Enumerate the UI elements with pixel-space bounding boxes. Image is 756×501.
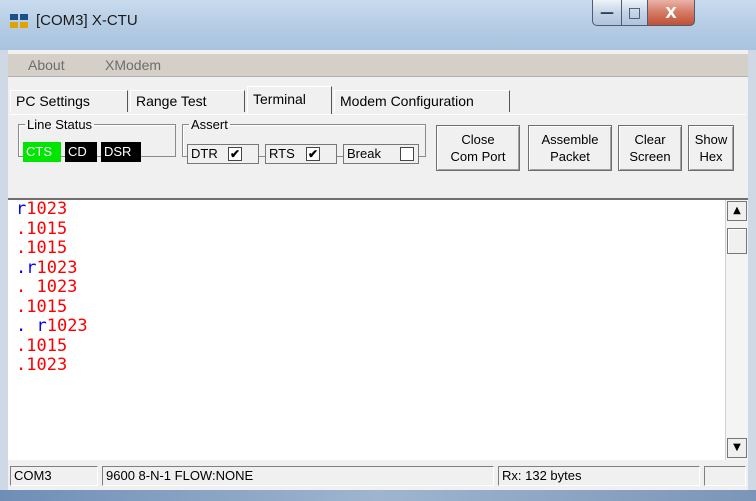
rts-checkbox[interactable]: RTS ✔ <box>265 144 337 164</box>
maximize-button[interactable]: □ <box>621 0 648 26</box>
scroll-up-icon: ▲ <box>733 205 741 216</box>
terminal-line: .1023 <box>16 355 88 376</box>
title-bar: [COM3] X-CTU — □ X <box>0 0 756 50</box>
vertical-scrollbar[interactable]: ▲ ▼ <box>725 200 748 460</box>
terminal-toolbar: Line Status CTS CD DSR Assert DTR ✔ RTS … <box>10 114 746 199</box>
terminal-line: .1015 <box>16 218 88 240</box>
dtr-label: DTR <box>191 146 218 161</box>
break-label: Break <box>347 146 381 161</box>
menu-xmodem[interactable]: XModem <box>105 57 161 73</box>
close-com-port-line2: Com Port <box>450 149 506 164</box>
assert-group: Assert DTR ✔ RTS ✔ Break <box>182 117 426 164</box>
maximize-icon: □ <box>627 4 642 21</box>
rts-check-icon: ✔ <box>306 147 320 161</box>
terminal-window[interactable]: r1023.1015.1015 .r1023. 1023.1015. r1023.… <box>8 198 748 460</box>
scroll-down-button[interactable]: ▼ <box>727 438 747 458</box>
assert-legend: Assert <box>191 117 228 132</box>
menu-bar: About XModem <box>8 54 748 77</box>
show-hex-button[interactable]: Show Hex <box>688 125 734 171</box>
status-rx-count: Rx: 132 bytes <box>498 466 700 486</box>
clear-screen-line1: Clear <box>634 132 666 147</box>
window-title: [COM3] X-CTU <box>36 12 138 29</box>
terminal-segment: . r <box>16 316 47 336</box>
clear-screen-button[interactable]: Clear Screen <box>618 125 682 171</box>
clear-screen-line2: Screen <box>629 149 671 164</box>
taskbar-strip <box>0 490 756 501</box>
close-icon: X <box>665 3 677 22</box>
terminal-line: . 1023 <box>16 277 88 298</box>
minimize-button[interactable]: — <box>592 0 622 26</box>
app-icon <box>10 14 28 28</box>
terminal-line: .1015 <box>16 335 88 357</box>
cts-indicator: CTS <box>23 142 61 162</box>
tab-modem-configuration[interactable]: Modem Configuration <box>334 90 510 112</box>
show-hex-line2: Hex <box>699 149 723 164</box>
status-settings: 9600 8-N-1 FLOW:NONE <box>102 466 494 486</box>
tab-terminal[interactable]: Terminal <box>247 86 332 114</box>
close-com-port-line1: Close <box>461 132 495 147</box>
rts-label: RTS <box>269 146 295 161</box>
terminal-segment: 1023 <box>46 316 88 336</box>
tab-strip: PC Settings Range Test Terminal Modem Co… <box>8 86 748 114</box>
scroll-up-button[interactable]: ▲ <box>727 201 747 221</box>
terminal-line: . r1023 <box>16 316 88 337</box>
assemble-packet-line2: Packet <box>550 149 590 164</box>
close-com-port-button[interactable]: Close Com Port <box>436 125 520 171</box>
tab-pc-settings[interactable]: PC Settings <box>10 90 128 112</box>
line-status-group: Line Status CTS CD DSR <box>18 117 176 162</box>
terminal-segment: 1023 <box>36 257 78 278</box>
terminal-line: r1023 <box>16 199 88 220</box>
line-status-legend: Line Status <box>27 117 93 132</box>
status-bar: COM3 9600 8-N-1 FLOW:NONE Rx: 132 bytes <box>8 462 748 488</box>
tab-range-test[interactable]: Range Test <box>130 90 245 112</box>
terminal-line: .1015 <box>16 296 88 318</box>
terminal-output: r1023.1015.1015 .r1023. 1023.1015. r1023.… <box>16 199 88 376</box>
cd-indicator: CD <box>65 142 97 162</box>
status-port: COM3 <box>10 466 98 486</box>
minimize-icon: — <box>600 4 614 21</box>
dtr-checkbox[interactable]: DTR ✔ <box>187 144 259 164</box>
assemble-packet-line1: Assemble <box>541 132 599 147</box>
main-window: About XModem PC Settings Range Test Term… <box>8 50 748 490</box>
terminal-segment: .1023 <box>16 355 68 375</box>
terminal-line: .1015 <box>16 238 88 259</box>
scroll-thumb[interactable] <box>727 228 747 254</box>
scroll-down-icon: ▼ <box>733 442 741 453</box>
menu-about[interactable]: About <box>28 57 65 73</box>
terminal-segment: r <box>16 199 27 219</box>
terminal-segment: 1023 <box>26 199 68 219</box>
terminal-line: .r1023 <box>16 257 88 279</box>
terminal-segment: .1015 <box>16 296 68 317</box>
break-check-box <box>400 147 414 161</box>
terminal-segment: .1015 <box>16 218 68 239</box>
show-hex-line1: Show <box>694 132 728 147</box>
dsr-indicator: DSR <box>101 142 141 162</box>
terminal-segment: . 1023 <box>16 277 78 297</box>
terminal-segment: .1015 <box>16 238 68 258</box>
status-extra <box>704 466 746 486</box>
break-checkbox[interactable]: Break <box>343 144 419 164</box>
terminal-segment: .r <box>16 257 37 278</box>
assemble-packet-button[interactable]: Assemble Packet <box>528 125 612 171</box>
close-window-button[interactable]: X <box>647 0 695 26</box>
terminal-segment: .1015 <box>16 335 68 356</box>
dtr-check-icon: ✔ <box>228 147 242 161</box>
